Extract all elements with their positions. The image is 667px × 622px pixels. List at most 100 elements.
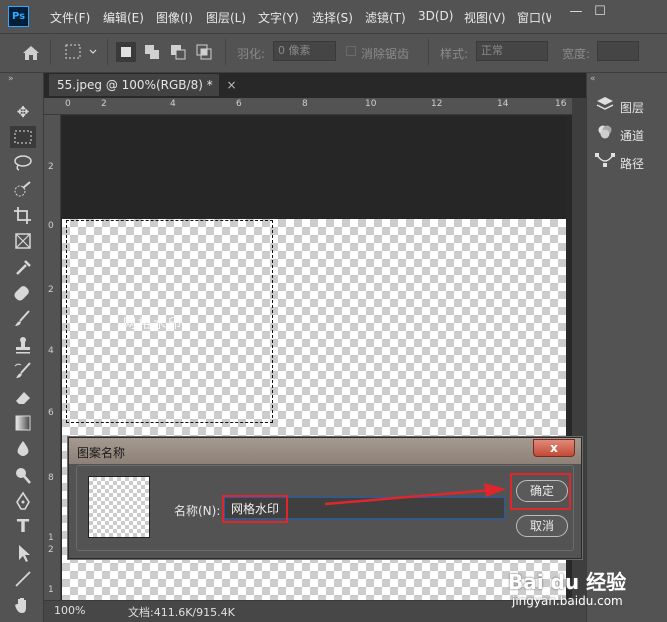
name-highlight-box — [222, 495, 288, 523]
gradient-tool-icon[interactable] — [10, 412, 36, 434]
expand-panels-icon[interactable]: « — [590, 74, 596, 84]
menu-type[interactable]: 文字(Y) — [258, 9, 299, 26]
move-tool-icon[interactable]: ✥ — [10, 101, 36, 123]
style-select[interactable]: 正常 — [476, 41, 548, 61]
channels-icon — [594, 124, 616, 147]
subtract-selection-icon[interactable] — [168, 42, 188, 62]
ruler-tick: 0 — [48, 221, 54, 231]
ruler-tick: 8 — [48, 473, 54, 483]
photoshop-logo: Ps — [8, 6, 29, 27]
menu-select[interactable]: 选择(S) — [312, 9, 353, 26]
cancel-button[interactable]: 取消 — [516, 515, 568, 537]
document-tab[interactable]: 55.jpeg @ 100%(RGB/8) * × — [49, 74, 237, 96]
baidu-jingyan-logo: Bai du 经验 — [508, 570, 627, 594]
ruler-tick: 12 — [431, 99, 443, 109]
blur-tool-icon[interactable] — [10, 438, 36, 460]
frame-tool-icon[interactable] — [10, 230, 36, 252]
baidu-jingyan-url: jingyan.baidu.com — [512, 594, 623, 608]
panel-channels-label: 通道 — [620, 129, 645, 143]
ruler-tick: 2 — [101, 99, 107, 109]
path-selection-icon[interactable] — [10, 542, 36, 564]
history-brush-icon[interactable] — [10, 360, 36, 382]
ruler-tick: 0 — [65, 99, 71, 109]
panel-paths[interactable]: 路径 — [594, 152, 644, 174]
collapse-icon[interactable]: » — [8, 74, 14, 84]
menu-3d[interactable]: 3D(D) — [418, 9, 453, 23]
menu-filter[interactable]: 滤镜(T) — [365, 9, 406, 26]
style-label: 样式: — [440, 47, 469, 61]
intersect-selection-icon[interactable] — [194, 42, 214, 62]
feather-input[interactable]: 0 像素 — [273, 41, 336, 61]
width-label: 宽度: — [562, 47, 591, 61]
line-tool-icon[interactable] — [10, 568, 36, 590]
ruler-tick: 4 — [48, 346, 54, 356]
lasso-tool-icon[interactable] — [10, 152, 36, 174]
menu-layer[interactable]: 图层(L) — [206, 9, 246, 26]
canvas-background[interactable] — [62, 117, 566, 219]
ruler-tick: 6 — [236, 99, 242, 109]
home-icon[interactable] — [20, 44, 42, 62]
menu-image[interactable]: 图像(I) — [156, 9, 193, 26]
antialias-checkbox[interactable] — [346, 46, 356, 56]
annotation-arrow — [324, 483, 506, 506]
divider — [50, 39, 51, 65]
ruler-tick: 16 — [555, 99, 567, 109]
marquee-tool-preset-icon[interactable] — [64, 43, 100, 61]
layers-icon — [594, 96, 616, 119]
panel-paths-label: 路径 — [620, 157, 645, 171]
maximize-button[interactable]: ☐ — [586, 2, 614, 22]
panel-layers[interactable]: 图层 — [594, 96, 644, 118]
divider — [107, 39, 108, 65]
eyedropper-icon[interactable] — [10, 256, 36, 278]
ruler-tick: 2 — [48, 545, 54, 555]
divider — [428, 39, 429, 65]
ruler-tick: 2 — [48, 162, 54, 172]
healing-brush-icon[interactable] — [10, 282, 36, 304]
menu-window[interactable]: 窗口(W) — [517, 9, 551, 26]
dialog-title-bar[interactable] — [69, 438, 581, 464]
window-edge — [616, 0, 667, 22]
horizontal-ruler — [44, 98, 572, 115]
marquee-tool-icon[interactable] — [10, 126, 36, 148]
ruler-tick: 1 — [48, 533, 54, 543]
menu-view[interactable]: 视图(V) — [464, 9, 506, 26]
ruler-tick: 8 — [302, 99, 308, 109]
menu-edit[interactable]: 编辑(E) — [103, 9, 144, 26]
canvas-watermark-text: 网格水印 — [123, 317, 184, 332]
panel-channels[interactable]: 通道 — [594, 124, 644, 146]
status-bar: 100% 文档:411.6K/915.4K — [44, 600, 586, 622]
ruler-tick: 14 — [497, 99, 509, 109]
hand-tool-icon[interactable] — [10, 594, 36, 616]
pattern-preview — [88, 476, 150, 538]
stamp-tool-icon[interactable] — [10, 334, 36, 356]
ruler-tick: 1 — [48, 585, 54, 595]
crop-tool-icon[interactable] — [10, 204, 36, 226]
paths-icon — [594, 152, 616, 175]
quick-selection-icon[interactable] — [10, 178, 36, 200]
name-label: 名称(N): — [174, 504, 221, 518]
panel-layers-label: 图层 — [620, 101, 645, 115]
new-selection-icon[interactable] — [116, 42, 136, 62]
zoom-level[interactable]: 100% — [54, 604, 85, 617]
ruler-tick: 10 — [365, 99, 377, 109]
width-input[interactable] — [597, 41, 639, 61]
dodge-tool-icon[interactable] — [10, 464, 36, 486]
feather-label: 羽化: — [237, 47, 266, 61]
document-tab-title: 55.jpeg @ 100%(RGB/8) * — [57, 78, 213, 92]
eraser-tool-icon[interactable] — [10, 386, 36, 408]
divider — [225, 39, 226, 65]
dialog-close-button[interactable]: x — [533, 439, 575, 457]
ruler-tick: 4 — [170, 99, 176, 109]
antialias-label: 消除锯齿 — [361, 47, 410, 61]
pen-tool-icon[interactable] — [10, 490, 36, 512]
brush-tool-icon[interactable] — [10, 308, 36, 330]
vertical-ruler — [44, 115, 61, 600]
dialog-title: 图案名称 — [77, 446, 126, 460]
type-tool-icon[interactable]: T — [10, 516, 36, 538]
tab-close-icon[interactable]: × — [227, 78, 237, 92]
ruler-tick: 2 — [48, 285, 54, 295]
add-selection-icon[interactable] — [142, 42, 162, 62]
menu-file[interactable]: 文件(F) — [50, 9, 90, 26]
document-info: 文档:411.6K/915.4K — [128, 606, 235, 619]
ruler-tick: 6 — [48, 408, 54, 418]
